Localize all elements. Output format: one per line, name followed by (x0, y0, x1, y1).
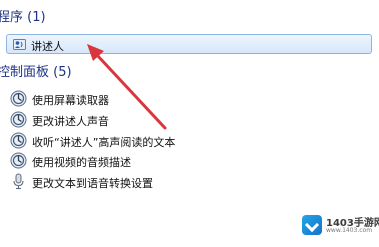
narrator-program-icon (13, 39, 26, 50)
ease-of-access-icon (10, 132, 27, 149)
result-item-audio-description[interactable]: 使用视频的音频描述 (10, 152, 350, 170)
ease-of-access-icon (10, 111, 27, 128)
site-watermark: 1403手游网 www.1403.com (302, 213, 379, 239)
result-item-hear-text-read-aloud[interactable]: 收听“讲述人”高声阅读的文本 (10, 132, 350, 150)
result-item-label: 更改文本到语音转换设置 (32, 177, 153, 190)
result-item-narrator[interactable]: 讲述人 (6, 34, 372, 54)
ease-of-access-icon (10, 152, 27, 169)
watermark-url: www.1403.com (326, 227, 373, 234)
microphone-icon (13, 173, 24, 190)
ease-of-access-icon (10, 90, 27, 107)
result-item-label: 使用屏幕读取器 (32, 94, 109, 107)
result-item-text-to-speech-settings[interactable]: 更改文本到语音转换设置 (10, 173, 350, 191)
result-item-change-narrator-voice[interactable]: 更改讲述人声音 (10, 111, 350, 129)
programs-group-header[interactable]: 程序 (1) (0, 11, 46, 24)
result-item-label: 使用视频的音频描述 (32, 156, 131, 169)
control-panel-group-header[interactable]: 控制面板 (5) (0, 66, 72, 79)
site-logo-icon (302, 215, 322, 235)
search-results-panel: 程序 (1) 讲述人 控制面板 (5) 使用屏幕读取器 更改讲述人声音 收听“讲… (0, 0, 379, 247)
result-item-use-screen-reader[interactable]: 使用屏幕读取器 (10, 90, 350, 108)
result-item-label: 讲述人 (31, 40, 64, 53)
result-item-label: 收听“讲述人”高声阅读的文本 (32, 136, 176, 149)
result-item-label: 更改讲述人声音 (32, 115, 109, 128)
